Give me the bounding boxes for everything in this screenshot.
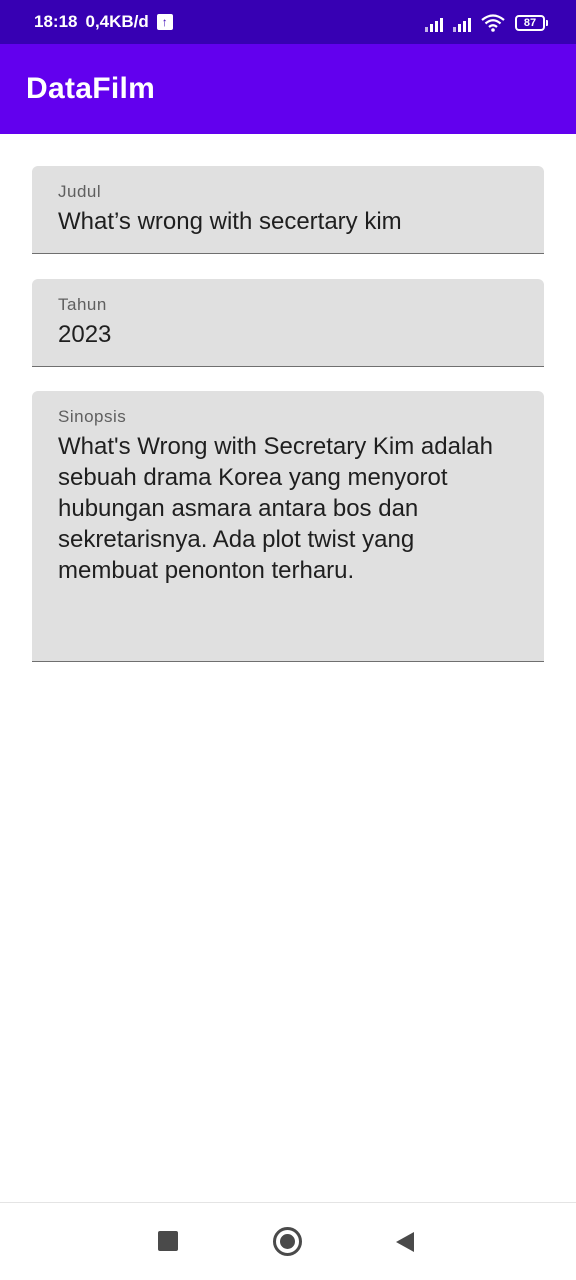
battery-level: 87 <box>515 15 545 31</box>
signal-icon <box>425 16 443 32</box>
navigation-bar <box>0 1202 576 1280</box>
wifi-icon <box>481 14 505 32</box>
judul-label: Judul <box>58 182 102 201</box>
status-bar: 18:18 0,4KB/d ↑ 87 <box>0 0 576 44</box>
network-speed: 0,4KB/d <box>85 12 149 31</box>
back-icon[interactable] <box>396 1232 414 1252</box>
sinopsis-field[interactable]: Sinopsis What's Wrong with Secretary Kim… <box>32 391 544 662</box>
home-icon[interactable] <box>273 1227 302 1256</box>
tahun-input[interactable]: 2023 <box>58 319 518 350</box>
status-time: 18:18 <box>34 12 78 31</box>
sinopsis-line: What's Wrong with Secretary Kim adalah <box>58 433 493 460</box>
recents-icon[interactable] <box>158 1231 178 1251</box>
app-title: DataFilm <box>26 72 156 105</box>
tahun-label: Tahun <box>58 295 107 314</box>
sinopsis-input[interactable]: What's Wrong with Secretary Kim adalah s… <box>58 431 518 586</box>
upload-icon: ↑ <box>156 14 173 30</box>
sinopsis-label: Sinopsis <box>58 407 127 426</box>
tahun-field[interactable]: Tahun 2023 <box>32 279 544 367</box>
sinopsis-line: sebuah drama Korea yang menyorot <box>58 464 448 491</box>
app-bar: DataFilm <box>0 44 576 134</box>
sinopsis-line: membuat penonton terharu. <box>58 557 355 584</box>
signal-icon-2 <box>453 16 471 32</box>
sinopsis-line: hubungan asmara antara bos dan <box>58 495 419 522</box>
judul-field[interactable]: Judul What’s wrong with secertary kim <box>32 166 544 254</box>
sinopsis-line: sekretarisnya. Ada plot twist yang <box>58 526 415 553</box>
status-left: 18:18 0,4KB/d ↑ <box>34 12 173 32</box>
judul-input[interactable]: What’s wrong with secertary kim <box>58 206 518 237</box>
status-right: 87 <box>425 12 548 32</box>
battery-icon: 87 <box>515 14 548 32</box>
